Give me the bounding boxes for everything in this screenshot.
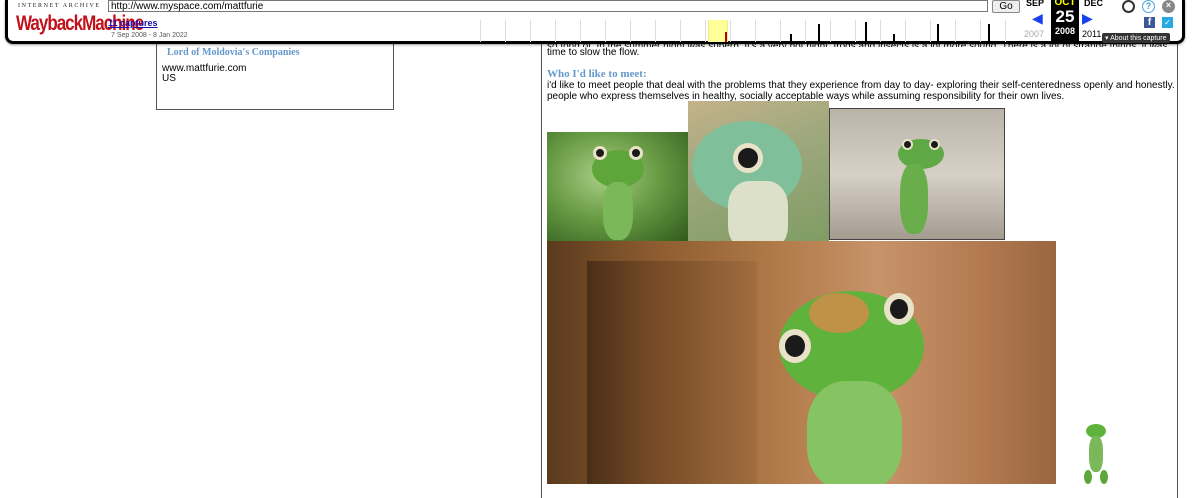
logo-top-text: INTERNET ARCHIVE bbox=[18, 3, 101, 9]
gecko-head-spot bbox=[809, 293, 869, 333]
gecko-body-shape bbox=[900, 164, 928, 234]
gecko-photo-1 bbox=[547, 132, 688, 242]
sparkline-bar bbox=[937, 24, 939, 42]
sparkline-bar bbox=[790, 34, 792, 42]
prev-capture-arrow-icon[interactable]: ◀ bbox=[1032, 10, 1043, 27]
capture-sparkline[interactable] bbox=[470, 20, 1020, 42]
wayback-toolbar: INTERNET ARCHIVE WaybackMachine Go 11 ca… bbox=[5, 0, 1185, 44]
sparkline-bar bbox=[818, 24, 820, 42]
prev-month-label[interactable]: SEP bbox=[1026, 0, 1044, 8]
go-button[interactable]: Go bbox=[992, 0, 1020, 13]
current-day: 25 bbox=[1055, 7, 1075, 26]
small-gecko-image bbox=[1080, 422, 1112, 484]
meet-line: i'd like to meet people that deal with t… bbox=[547, 80, 1175, 91]
wayback-logo[interactable]: INTERNET ARCHIVE WaybackMachine bbox=[16, 2, 144, 35]
next-year-label[interactable]: 2011 bbox=[1082, 29, 1101, 39]
help-icon[interactable]: ? bbox=[1142, 0, 1155, 13]
sparkline-bar bbox=[988, 24, 990, 42]
who-id-like-to-meet-heading: Who I'd like to meet: bbox=[547, 68, 647, 80]
prev-year-label: 2007 bbox=[1024, 29, 1045, 39]
sparkline-bar bbox=[893, 34, 895, 42]
current-capture-date: OCT 25 2008 bbox=[1051, 0, 1079, 42]
about-me-line: time to slow the flow. bbox=[547, 47, 640, 58]
who-id-like-to-meet-text: i'd like to meet people that deal with t… bbox=[547, 80, 1175, 102]
current-year: 2008 bbox=[1054, 26, 1076, 36]
gecko-body-shape bbox=[807, 381, 902, 484]
captures-link[interactable]: 11 captures bbox=[108, 18, 158, 28]
gecko-body-shape bbox=[603, 182, 633, 240]
gecko-photo-large bbox=[547, 241, 1056, 484]
companies-heading: Lord of Moldovia's Companies bbox=[167, 47, 300, 58]
sparkline-bar bbox=[725, 32, 727, 42]
next-month-label[interactable]: DEC bbox=[1084, 0, 1103, 8]
gecko-photo-3 bbox=[829, 108, 1005, 240]
url-input[interactable] bbox=[108, 0, 988, 12]
next-capture-arrow-icon[interactable]: ▶ bbox=[1082, 10, 1093, 27]
gecko-body-shape bbox=[728, 181, 788, 242]
about-capture-button[interactable]: ▾ About this capture bbox=[1102, 33, 1170, 43]
facebook-icon[interactable]: f bbox=[1144, 17, 1155, 28]
sparkline-bar bbox=[865, 22, 867, 42]
capture-range: 7 Sep 2008 - 8 Jan 2022 bbox=[111, 32, 188, 39]
user-icon[interactable] bbox=[1122, 0, 1135, 13]
close-icon[interactable]: × bbox=[1162, 0, 1175, 13]
meet-line: people who express themselves in healthy… bbox=[547, 91, 1065, 102]
twitter-icon[interactable]: ✓ bbox=[1162, 17, 1173, 28]
company-country: US bbox=[162, 73, 176, 84]
gecko-photo-2 bbox=[688, 101, 829, 242]
background-wood bbox=[587, 261, 757, 484]
